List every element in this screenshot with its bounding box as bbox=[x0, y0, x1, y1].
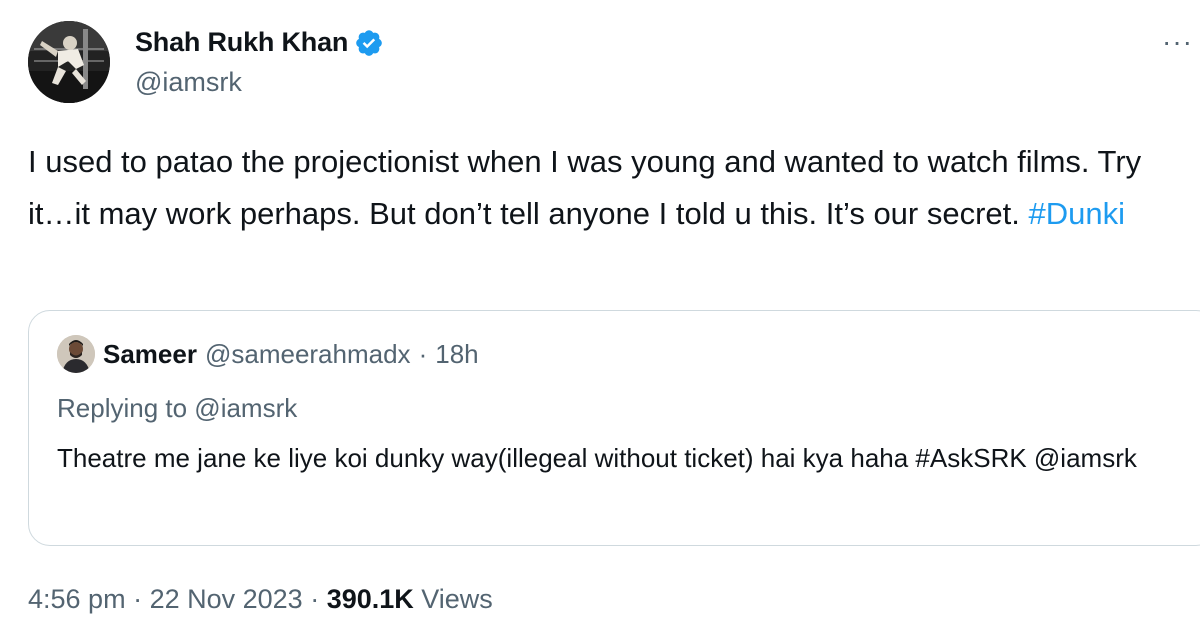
more-horizontal-icon[interactable]: ··· bbox=[1162, 28, 1193, 56]
views-label: Views bbox=[413, 584, 493, 614]
quoted-author-avatar-image bbox=[57, 335, 95, 373]
author-handle[interactable]: @iamsrk bbox=[135, 67, 242, 98]
meta-separator: · bbox=[125, 584, 150, 614]
quoted-tweet-header: Sameer @sameerahmadx · 18h bbox=[57, 335, 479, 373]
quoted-tweet-text: Theatre me jane ke liye koi dunky way(il… bbox=[57, 443, 1137, 473]
quoted-author-avatar[interactable] bbox=[57, 335, 95, 373]
tweet-body: I used to patao the projectionist when I… bbox=[28, 144, 1142, 231]
tweet-text: I used to patao the projectionist when I… bbox=[28, 136, 1193, 240]
meta-separator: · bbox=[302, 584, 327, 614]
quoted-replying-to: Replying to @iamsrk bbox=[57, 393, 298, 423]
author-avatar[interactable] bbox=[28, 21, 110, 103]
tweet-date[interactable]: 22 Nov 2023 bbox=[150, 584, 303, 614]
quoted-author-handle[interactable]: @sameerahmadx bbox=[205, 339, 411, 370]
tweet-metadata: 4:56 pm · 22 Nov 2023 · 390.1K Views bbox=[28, 584, 493, 615]
verified-badge-icon bbox=[354, 28, 384, 58]
quoted-tweet[interactable]: Sameer @sameerahmadx · 18h Replying to @… bbox=[28, 310, 1200, 546]
tweet-time[interactable]: 4:56 pm bbox=[28, 584, 126, 614]
author-name-row: Shah Rukh Khan bbox=[135, 27, 384, 58]
tweet-hashtag[interactable]: #Dunki bbox=[1029, 196, 1126, 231]
author-avatar-image bbox=[28, 21, 110, 103]
author-display-name[interactable]: Shah Rukh Khan bbox=[135, 27, 348, 58]
quoted-separator: · bbox=[418, 338, 428, 369]
views-count: 390.1K bbox=[326, 584, 414, 614]
quoted-time[interactable]: 18h bbox=[435, 339, 478, 370]
quoted-author-name[interactable]: Sameer bbox=[103, 339, 197, 370]
